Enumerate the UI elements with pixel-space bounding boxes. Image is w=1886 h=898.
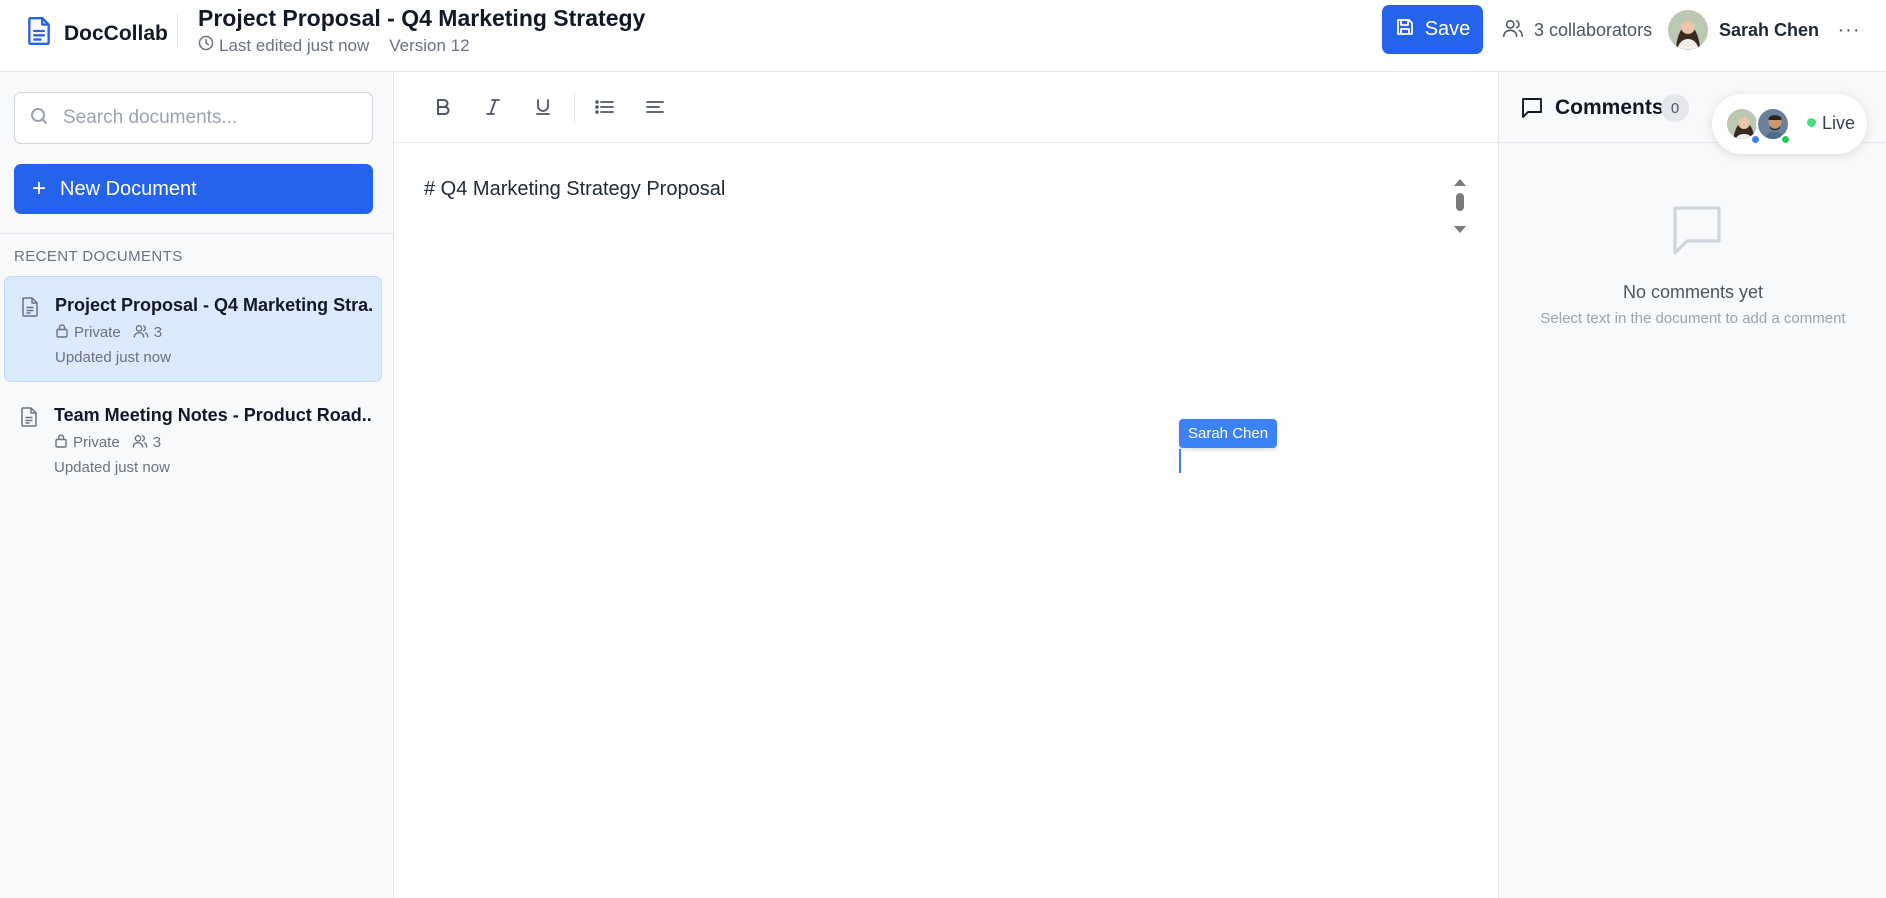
updated-text: Updated just now: [54, 459, 170, 476]
bold-icon: [435, 98, 451, 121]
presence-status-dot: [1750, 134, 1761, 145]
empty-comments-title: No comments yet: [1622, 282, 1764, 302]
users-icon: [132, 434, 153, 452]
live-label: Live: [1822, 113, 1856, 133]
comments-panel: Comments 0 No comments yet Select text i…: [1498, 72, 1886, 898]
italic-button[interactable]: [476, 94, 510, 124]
clock-icon: [198, 35, 219, 56]
updated-text: Updated just now: [55, 349, 171, 366]
document-item-title: Team Meeting Notes - Product Road...: [54, 405, 372, 425]
file-icon: [20, 407, 38, 432]
recent-documents-heading: RECENT DOCUMENTS: [14, 248, 183, 265]
user-avatar[interactable]: [1668, 10, 1708, 50]
italic-icon: [485, 98, 501, 121]
more-options-button[interactable]: ···: [1838, 16, 1860, 44]
user-name[interactable]: Sarah Chen: [1719, 20, 1819, 41]
visibility-label: Private: [73, 434, 120, 451]
empty-comments-subtitle: Select text in the document to add a com…: [1540, 310, 1846, 327]
lock-icon: [55, 323, 74, 342]
new-document-button[interactable]: + New Document: [14, 164, 373, 214]
last-edited-text: Last edited just now: [219, 35, 370, 55]
bullet-list-button[interactable]: [588, 94, 622, 124]
new-document-label: New Document: [60, 177, 197, 200]
bold-button[interactable]: [426, 94, 460, 124]
users-icon: [1502, 18, 1534, 43]
header-divider: [177, 14, 178, 48]
lock-icon: [54, 433, 73, 452]
app-logo[interactable]: DocCollab: [26, 16, 168, 51]
document-list-item[interactable]: Team Meeting Notes - Product Road... Pri…: [4, 387, 382, 493]
search-input[interactable]: [63, 107, 343, 129]
document-title[interactable]: Project Proposal - Q4 Marketing Strategy: [198, 5, 645, 32]
live-status-dot: [1807, 118, 1816, 127]
presence-status-dot: [1780, 134, 1791, 145]
formatting-toolbar: [394, 72, 1498, 143]
scroll-up-icon: [1454, 179, 1466, 186]
collaborators-button[interactable]: 3 collaborators: [1502, 18, 1652, 43]
collaborator-count: 3: [153, 324, 163, 341]
comment-icon: [1520, 96, 1544, 125]
editor-area: # Q4 Marketing Strategy Proposal Sarah C…: [394, 72, 1498, 898]
document-list-item[interactable]: Project Proposal - Q4 Marketing Stra... …: [4, 276, 382, 382]
align-left-icon: [646, 99, 664, 120]
plus-icon: +: [32, 175, 47, 202]
comments-title: Comments: [1555, 96, 1664, 119]
remote-cursor: [1179, 449, 1181, 473]
live-presence-indicator[interactable]: Live: [1712, 94, 1867, 154]
save-label: Save: [1424, 18, 1471, 40]
document-content[interactable]: # Q4 Marketing Strategy Proposal: [424, 178, 725, 201]
document-item-meta: Private 3: [54, 433, 161, 452]
app-name: DocCollab: [64, 21, 168, 45]
collaborator-count: 3: [152, 434, 162, 451]
version-text: Version 12: [389, 35, 470, 55]
users-icon: [133, 324, 154, 342]
underline-icon: [535, 98, 551, 121]
scroll-control[interactable]: [1452, 176, 1468, 236]
document-icon: [26, 16, 52, 51]
toolbar-separator: [574, 92, 575, 124]
file-icon: [21, 297, 39, 322]
remote-cursor-label: Sarah Chen: [1179, 419, 1278, 448]
underline-button[interactable]: [526, 94, 560, 124]
save-button[interactable]: Save: [1382, 5, 1483, 54]
list-icon: [595, 99, 615, 120]
search-icon: [29, 106, 49, 131]
align-button[interactable]: [638, 94, 672, 124]
scroll-down-icon: [1454, 226, 1466, 233]
collaborators-label: 3 collaborators: [1534, 20, 1653, 40]
document-meta: Last edited just now Version 12: [198, 35, 470, 56]
app-header: DocCollab Project Proposal - Q4 Marketin…: [0, 0, 1886, 72]
sidebar-divider: [0, 233, 393, 234]
save-icon: [1395, 17, 1425, 43]
visibility-label: Private: [74, 324, 121, 341]
document-item-title: Project Proposal - Q4 Marketing Stra...: [55, 295, 373, 315]
comments-count-badge: 0: [1661, 94, 1689, 122]
scroll-thumb: [1456, 193, 1464, 211]
empty-comment-icon: [1671, 204, 1723, 261]
sidebar: + New Document RECENT DOCUMENTS Project …: [0, 72, 394, 898]
document-item-meta: Private 3: [55, 323, 162, 342]
search-box[interactable]: [14, 92, 373, 144]
